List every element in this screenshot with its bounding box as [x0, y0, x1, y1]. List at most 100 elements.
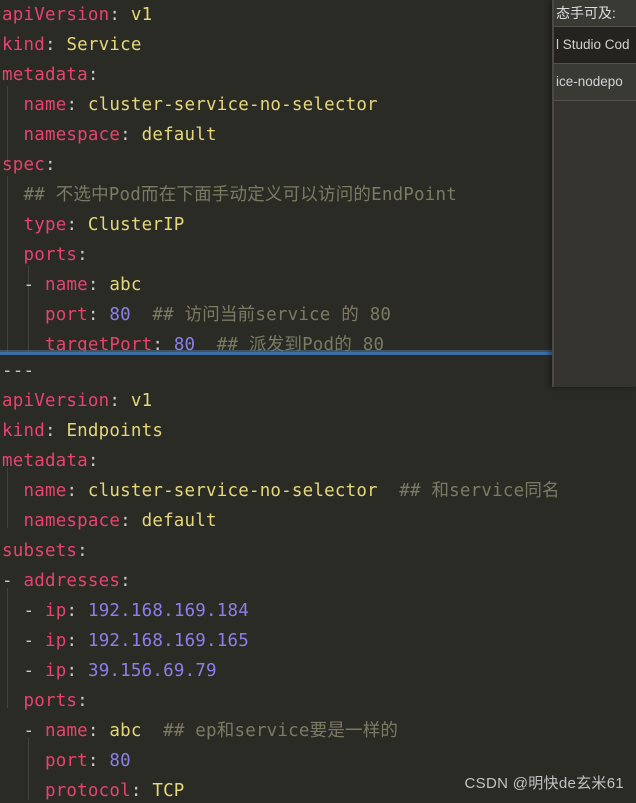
code-line[interactable]: metadata:: [2, 60, 457, 90]
code-token: :: [120, 511, 131, 531]
code-token: type: [23, 215, 67, 235]
code-line[interactable]: port: 80 ## 访问当前service 的 80: [2, 300, 457, 330]
code-line[interactable]: name: cluster-service-no-selector: [2, 90, 457, 120]
code-line[interactable]: kind: Endpoints: [2, 416, 560, 446]
code-token: :: [44, 421, 56, 441]
code-token: :: [66, 661, 78, 681]
code-token: 192.168.169.165: [87, 631, 249, 651]
code-token: :: [87, 451, 99, 471]
code-token: name: [44, 721, 88, 741]
service-yaml-code[interactable]: apiVersion: v1 kind: Service metadata: nam…: [0, 0, 457, 352]
service-yaml-pane[interactable]: apiVersion: v1 kind: Service metadata: nam…: [0, 0, 636, 352]
code-token: -: [23, 601, 45, 621]
code-line[interactable]: type: ClusterIP: [2, 210, 457, 240]
code-token: :: [87, 721, 99, 741]
code-line[interactable]: - name: abc ## ep和service要是一样的: [2, 716, 560, 746]
code-line[interactable]: namespace: default: [2, 120, 457, 150]
code-token: :: [66, 601, 78, 621]
code-line[interactable]: - ip: 39.156.69.79: [2, 656, 560, 686]
code-token: :: [109, 391, 121, 411]
code-line[interactable]: kind: Service: [2, 30, 457, 60]
code-token: default: [130, 511, 217, 531]
code-token: ClusterIP: [77, 215, 185, 235]
code-token: kind: [2, 421, 45, 441]
code-line[interactable]: ## 不选中Pod而在下面手动定义可以访问的EndPoint: [2, 180, 457, 210]
code-line[interactable]: name: cluster-service-no-selector ## 和se…: [2, 476, 560, 506]
code-token: :: [120, 571, 131, 591]
csdn-watermark: CSDN @明快de玄米61: [464, 775, 624, 792]
code-token: ## ep和service要是一样的: [141, 721, 399, 741]
code-token: :: [66, 215, 78, 235]
code-token: :: [87, 275, 99, 295]
code-line[interactable]: apiVersion: v1: [2, 0, 457, 30]
code-token: apiVersion: [2, 5, 110, 25]
code-token: metadata: [2, 451, 88, 471]
code-token: name: [44, 275, 88, 295]
code-token: 39.156.69.79: [87, 661, 217, 681]
code-token: metadata: [2, 65, 88, 85]
code-token: Endpoints: [55, 421, 164, 441]
code-token: :: [87, 751, 99, 771]
code-token: spec: [2, 155, 45, 175]
code-token: port: [44, 751, 88, 771]
code-line[interactable]: - name: abc: [2, 270, 457, 300]
code-token: abc: [98, 721, 142, 741]
code-line[interactable]: metadata:: [2, 446, 560, 476]
code-token: abc: [98, 275, 142, 295]
window-switcher-overlay[interactable]: 态手可及: l Studio Cod ice-nodepo: [552, 0, 636, 387]
code-token: :: [87, 305, 99, 325]
code-token: 192.168.169.184: [87, 601, 249, 621]
code-token: 80: [109, 305, 131, 325]
code-token: ip: [44, 631, 67, 651]
code-line[interactable]: ports:: [2, 240, 457, 270]
code-line[interactable]: spec:: [2, 150, 457, 180]
code-token: cluster-service-no-selector: [77, 481, 378, 501]
code-token: :: [77, 691, 88, 711]
code-line[interactable]: subsets:: [2, 536, 560, 566]
endpoints-yaml-code[interactable]: --- apiVersion: v1 kind: Endpoints metadata…: [0, 356, 560, 803]
code-token: :: [87, 65, 99, 85]
code-line[interactable]: - ip: 192.168.169.165: [2, 626, 560, 656]
overlay-header: 态手可及:: [552, 0, 636, 26]
code-token: :: [66, 95, 78, 115]
overlay-item-service-nodeport[interactable]: ice-nodepo: [552, 64, 636, 100]
code-line[interactable]: ports:: [2, 686, 560, 716]
code-line[interactable]: ---: [2, 356, 560, 386]
code-token: -: [23, 275, 45, 295]
code-token: ip: [44, 661, 67, 681]
code-token: TCP: [141, 781, 185, 801]
code-token: :: [44, 35, 56, 55]
code-token: name: [23, 95, 67, 115]
endpoints-yaml-pane[interactable]: --- apiVersion: v1 kind: Endpoints metadata…: [0, 356, 636, 803]
overlay-left-edge: [552, 0, 554, 387]
code-token: addresses: [23, 571, 121, 591]
pane-separator: [0, 352, 636, 355]
overlay-item-vscode[interactable]: l Studio Cod: [552, 27, 636, 63]
code-line[interactable]: - addresses:: [2, 566, 560, 596]
code-token: ## 和service同名: [377, 481, 560, 501]
code-token: -: [23, 721, 45, 741]
code-token: namespace: [23, 511, 121, 531]
code-line[interactable]: - ip: 192.168.169.184: [2, 596, 560, 626]
screenshot-root: apiVersion: v1 kind: Service metadata: nam…: [0, 0, 636, 803]
code-line[interactable]: apiVersion: v1: [2, 386, 560, 416]
code-token: 80: [109, 751, 131, 771]
code-line[interactable]: targetPort: 80 ## 派发到Pod的 80: [2, 330, 457, 352]
code-token: :: [120, 125, 131, 145]
code-line[interactable]: namespace: default: [2, 506, 560, 536]
code-token: kind: [2, 35, 45, 55]
